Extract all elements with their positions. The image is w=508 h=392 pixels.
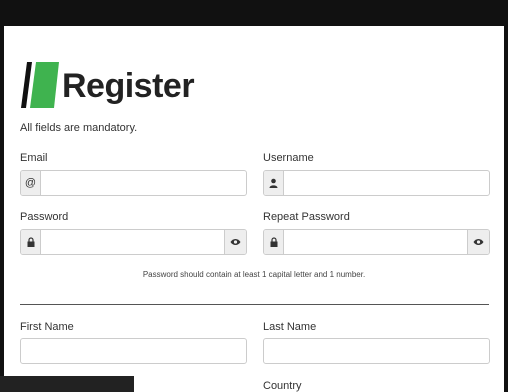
password-input-group bbox=[20, 229, 247, 255]
password-label: Password bbox=[20, 211, 69, 223]
user-icon bbox=[264, 171, 284, 195]
repeat-password-input-group bbox=[263, 229, 490, 255]
eye-icon[interactable] bbox=[224, 230, 246, 254]
bottom-overlay-bar bbox=[0, 376, 134, 392]
username-input[interactable] bbox=[284, 171, 489, 195]
username-input-group bbox=[263, 170, 490, 196]
password-input[interactable] bbox=[41, 230, 224, 254]
last-name-input[interactable] bbox=[263, 338, 490, 364]
country-label: Country bbox=[263, 380, 302, 392]
page-title: Register bbox=[62, 67, 195, 105]
lock-icon bbox=[264, 230, 284, 254]
lock-icon bbox=[21, 230, 41, 254]
first-name-input[interactable] bbox=[20, 338, 247, 364]
email-input-group: @ bbox=[20, 170, 247, 196]
browser-top-bar bbox=[0, 0, 508, 26]
register-form-card: Register All fields are mandatory. Email… bbox=[4, 26, 504, 392]
last-name-label: Last Name bbox=[263, 321, 317, 333]
form-subtitle: All fields are mandatory. bbox=[20, 122, 138, 134]
brand-logo bbox=[21, 62, 59, 108]
password-hint: Password should contain at least 1 capit… bbox=[142, 270, 366, 279]
eye-icon[interactable] bbox=[467, 230, 489, 254]
repeat-password-input[interactable] bbox=[284, 230, 467, 254]
repeat-password-label: Repeat Password bbox=[263, 211, 350, 223]
section-divider bbox=[20, 304, 489, 305]
username-label: Username bbox=[263, 152, 314, 164]
email-input[interactable] bbox=[41, 171, 246, 195]
at-icon: @ bbox=[21, 171, 41, 195]
email-label: Email bbox=[20, 152, 48, 164]
first-name-label: First Name bbox=[20, 321, 74, 333]
